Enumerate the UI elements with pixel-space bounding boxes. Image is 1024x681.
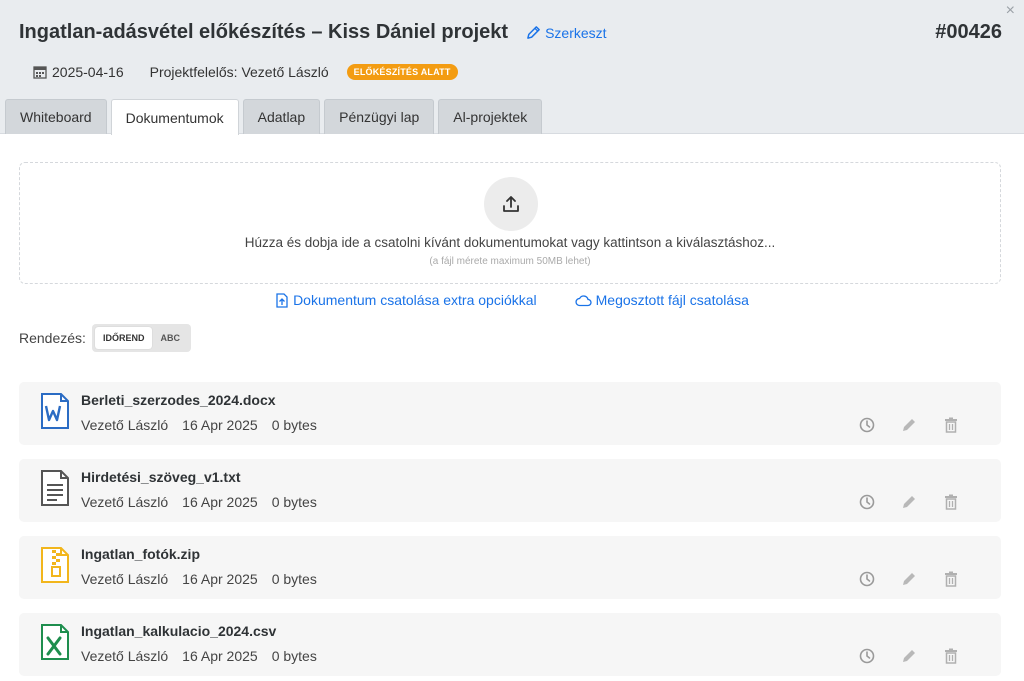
pencil-icon[interactable] xyxy=(899,415,919,435)
file-size: 0 bytes xyxy=(271,571,317,587)
tab-adatlap[interactable]: Adatlap xyxy=(242,99,321,134)
title-row: Ingatlan-adásvétel előkészítés – Kiss Dá… xyxy=(19,21,607,44)
meta-row: 2025-04-16 Projektfelelős: Vezető László… xyxy=(33,64,458,80)
sort-toggle: IDŐREND ABC xyxy=(91,324,191,352)
project-owner: Projektfelelős: Vezető László xyxy=(149,64,329,80)
project-header: Ingatlan-adásvétel előkészítés – Kiss Dá… xyxy=(0,0,1024,135)
attach-extra-options-label: Dokumentum csatolása extra opciókkal xyxy=(293,292,537,308)
pencil-icon[interactable] xyxy=(899,646,919,666)
upload-size-limit: (a fájl mérete maximum 50MB lehet) xyxy=(429,256,591,267)
file-meta: Vezető László 16 Apr 2025 0 bytes xyxy=(81,571,331,587)
trash-icon[interactable] xyxy=(941,492,961,512)
file-card: Berleti_szerzodes_2024.docx Vezető Lászl… xyxy=(19,382,1001,445)
pencil-icon xyxy=(527,26,540,39)
file-date: 16 Apr 2025 xyxy=(182,494,258,510)
file-author: Vezető László xyxy=(81,648,169,664)
history-icon[interactable] xyxy=(857,492,877,512)
upload-instructions: Húzza és dobja ide a csatolni kívánt dok… xyxy=(244,235,776,250)
file-date: 16 Apr 2025 xyxy=(182,648,258,664)
file-author: Vezető László xyxy=(81,571,169,587)
excel-file-icon xyxy=(39,624,71,660)
file-date: 16 Apr 2025 xyxy=(182,417,258,433)
zip-file-icon xyxy=(39,547,71,583)
file-author: Vezető László xyxy=(81,494,169,510)
file-card: Hirdetési_szöveg_v1.txt Vezető László 16… xyxy=(19,459,1001,522)
file-actions xyxy=(857,646,983,666)
file-name[interactable]: Ingatlan_kalkulacio_2024.csv xyxy=(81,623,276,639)
upload-drop-zone[interactable]: Húzza és dobja ide a csatolni kívánt dok… xyxy=(19,162,1001,284)
tab-bar: Whiteboard Dokumentumok Adatlap Pénzügyi… xyxy=(5,99,546,135)
file-size: 0 bytes xyxy=(271,417,317,433)
file-actions xyxy=(857,492,983,512)
attach-shared-file-link[interactable]: Megosztott fájl csatolása xyxy=(575,292,749,308)
sort-label: Rendezés: xyxy=(19,330,86,346)
close-icon[interactable]: × xyxy=(1006,3,1015,19)
project-date: 2025-04-16 xyxy=(52,64,124,80)
tab-dokumentumok[interactable]: Dokumentumok xyxy=(110,99,239,135)
file-name[interactable]: Berleti_szerzodes_2024.docx xyxy=(81,392,276,408)
text-file-icon xyxy=(39,470,71,506)
edit-button[interactable]: Szerkeszt xyxy=(526,24,607,41)
attach-links: Dokumentum csatolása extra opciókkal Meg… xyxy=(0,292,1024,308)
attach-shared-file-label: Megosztott fájl csatolása xyxy=(595,292,749,308)
file-actions xyxy=(857,415,983,435)
file-meta: Vezető László 16 Apr 2025 0 bytes xyxy=(81,417,331,433)
trash-icon[interactable] xyxy=(941,415,961,435)
file-meta: Vezető László 16 Apr 2025 0 bytes xyxy=(81,494,331,510)
project-id: #00426 xyxy=(935,21,1002,43)
attach-extra-options-link[interactable]: Dokumentum csatolása extra opciókkal xyxy=(275,292,537,308)
status-badge: ELŐKÉSZÍTÉS ALATT xyxy=(346,64,458,80)
tab-al-projektek[interactable]: Al-projektek xyxy=(438,99,543,134)
history-icon[interactable] xyxy=(857,415,877,435)
file-size: 0 bytes xyxy=(271,494,317,510)
file-name[interactable]: Ingatlan_fotók.zip xyxy=(81,546,200,562)
history-icon[interactable] xyxy=(857,646,877,666)
file-date: 16 Apr 2025 xyxy=(182,571,258,587)
sort-by-time-button[interactable]: IDŐREND xyxy=(94,327,153,349)
file-card: Ingatlan_fotók.zip Vezető László 16 Apr … xyxy=(19,536,1001,599)
trash-icon[interactable] xyxy=(941,569,961,589)
edit-label: Szerkeszt xyxy=(545,24,607,41)
tab-penzugyi-lap[interactable]: Pénzügyi lap xyxy=(324,99,435,134)
file-upload-icon xyxy=(276,292,288,308)
pencil-icon[interactable] xyxy=(899,569,919,589)
file-meta: Vezető László 16 Apr 2025 0 bytes xyxy=(81,648,331,664)
history-icon[interactable] xyxy=(857,569,877,589)
file-size: 0 bytes xyxy=(271,648,317,664)
sort-row: Rendezés: IDŐREND ABC xyxy=(19,324,191,352)
cloud-icon xyxy=(575,294,592,306)
calendar-icon xyxy=(33,65,47,79)
pencil-icon[interactable] xyxy=(899,492,919,512)
file-actions xyxy=(857,569,983,589)
sort-by-abc-button[interactable]: ABC xyxy=(152,327,188,349)
upload-icon[interactable] xyxy=(484,177,538,231)
word-file-icon xyxy=(39,393,71,429)
trash-icon[interactable] xyxy=(941,646,961,666)
file-card: Ingatlan_kalkulacio_2024.csv Vezető Lász… xyxy=(19,613,1001,676)
file-author: Vezető László xyxy=(81,417,169,433)
file-name[interactable]: Hirdetési_szöveg_v1.txt xyxy=(81,469,241,485)
page-title: Ingatlan-adásvétel előkészítés – Kiss Dá… xyxy=(19,21,509,43)
tab-whiteboard[interactable]: Whiteboard xyxy=(5,99,107,134)
